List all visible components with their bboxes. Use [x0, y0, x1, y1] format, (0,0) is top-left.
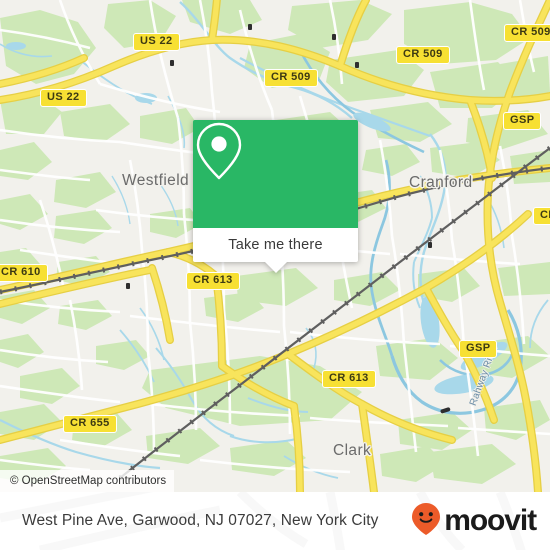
- popup-action-bar[interactable]: Take me there: [193, 228, 358, 262]
- route-shield-us22-b[interactable]: US 22: [40, 89, 87, 107]
- popup-image-area: [193, 120, 358, 228]
- take-me-there-label: Take me there: [228, 237, 323, 253]
- route-shield-cr509-b[interactable]: CR 509: [396, 46, 450, 64]
- moovit-logo[interactable]: moovit: [411, 502, 537, 541]
- osm-attribution-text: © OpenStreetMap contributors: [10, 475, 167, 487]
- route-shield-gsp-b[interactable]: GSP: [459, 340, 498, 358]
- destination-popup[interactable]: Take me there: [193, 120, 358, 273]
- route-shield-cr-partial[interactable]: CR: [533, 207, 550, 225]
- route-shield-us22-a[interactable]: US 22: [133, 33, 180, 51]
- route-shield-gsp-a[interactable]: GSP: [503, 112, 542, 130]
- route-shield-cr613-a[interactable]: CR 613: [186, 272, 240, 290]
- address-text: West Pine Ave, Garwood, NJ 07027, New Yo…: [22, 512, 379, 529]
- map-label-cranford: Cranford: [409, 174, 473, 191]
- footer-bar: West Pine Ave, Garwood, NJ 07027, New Yo…: [0, 492, 550, 550]
- route-shield-cr509-c[interactable]: CR 509: [504, 24, 550, 42]
- route-shield-cr509-a[interactable]: CR 509: [264, 69, 318, 87]
- route-shield-cr655[interactable]: CR 655: [63, 415, 117, 433]
- popup-pointer-tail: [265, 262, 287, 273]
- moovit-map-screenshot: Westfield Cranford Clark Rahway River US…: [0, 0, 550, 550]
- moovit-pin-smiley-icon: [411, 502, 441, 541]
- route-shield-cr610[interactable]: CR 610: [0, 264, 48, 282]
- moovit-wordmark: moovit: [444, 504, 537, 537]
- osm-attribution[interactable]: © OpenStreetMap contributors: [0, 470, 175, 492]
- route-shield-cr613-b[interactable]: CR 613: [322, 370, 376, 388]
- map-canvas[interactable]: Westfield Cranford Clark Rahway River US…: [0, 0, 550, 492]
- map-label-westfield: Westfield: [122, 172, 190, 189]
- map-label-clark: Clark: [333, 442, 372, 459]
